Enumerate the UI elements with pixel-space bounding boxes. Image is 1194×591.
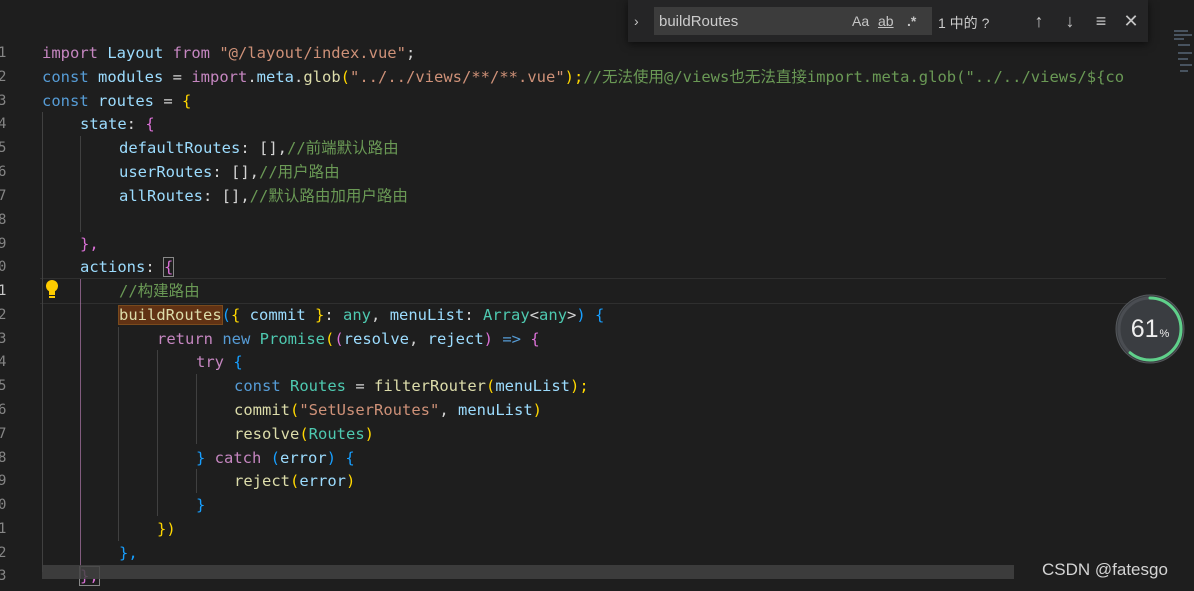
indent-guide — [157, 350, 158, 516]
previous-match-arrow-up-icon[interactable]: ↑ — [1027, 9, 1051, 33]
find-widget: › Aa ab .* 1 中的 ? ↑ ↓ ≡ ✕ — [628, 0, 1148, 42]
code-line-1: import Layout from "@/layout/index.vue"; — [42, 44, 416, 62]
next-match-arrow-down-icon[interactable]: ↓ — [1058, 9, 1082, 33]
minimap-line — [1174, 30, 1188, 32]
regex-button[interactable]: .* — [907, 13, 916, 29]
code-line-10: actions: { — [80, 257, 175, 277]
line-number: 4 — [0, 116, 7, 132]
indent-guide — [80, 136, 81, 232]
indent-guide — [196, 374, 197, 444]
code-line-6: userRoutes: [],//用户路由 — [119, 163, 340, 181]
code-line-12: buildRoutes({ commit }: any, menuList: A… — [118, 305, 605, 325]
code-line-15: const Routes = filterRouter(menuList); — [234, 377, 589, 395]
line-number: 3 — [0, 331, 7, 347]
code-line-22: }, — [119, 544, 138, 562]
match-case-button[interactable]: Aa — [852, 13, 869, 29]
line-number: 9 — [0, 473, 7, 489]
code-line-19: reject(error) — [234, 472, 356, 490]
line-number: 5 — [0, 140, 7, 156]
horizontal-scrollbar[interactable] — [42, 565, 1014, 579]
code-line-11: //构建路由 — [119, 282, 200, 300]
line-number: 6 — [0, 164, 7, 180]
line-number: 1 — [0, 283, 7, 299]
code-line-14: try { — [196, 353, 243, 371]
code-line-17: resolve(Routes) — [234, 425, 375, 443]
line-number: 1 — [0, 521, 7, 537]
line-number: 8 — [0, 450, 7, 466]
watermark: CSDN @fatesgo — [1042, 560, 1168, 579]
code-line-2: const modules = import.meta.glob("../../… — [42, 68, 1125, 86]
line-number: 8 — [0, 212, 7, 228]
current-line-highlight — [40, 278, 1166, 304]
indent-guide — [196, 469, 197, 493]
line-number: 6 — [0, 402, 7, 418]
code-line-18: } catch (error) { — [196, 449, 355, 467]
code-line-20: } — [196, 496, 206, 514]
minimap-line — [1178, 52, 1192, 54]
line-number: 4 — [0, 354, 7, 370]
code-line-13: return new Promise((resolve, reject) => … — [157, 330, 540, 348]
minimap-line — [1180, 70, 1188, 72]
code-editor[interactable]: 1 2 3 4 5 6 7 8 9 0 1 2 3 4 5 6 7 8 9 0 … — [0, 0, 1166, 591]
find-in-selection-icon[interactable]: ≡ — [1089, 9, 1113, 33]
line-number: 0 — [0, 497, 7, 513]
minimap-line — [1178, 58, 1188, 60]
line-number: 0 — [0, 259, 7, 275]
line-number: 2 — [0, 307, 7, 323]
match-count: 1 中的 ? — [938, 15, 990, 31]
indent-guide — [42, 112, 43, 572]
gauge-label: 61% — [1130, 315, 1170, 343]
search-match: buildRoutes — [118, 305, 223, 325]
line-number: 9 — [0, 236, 7, 252]
code-line-4: state: { — [80, 115, 155, 133]
line-number: 3 — [0, 568, 7, 584]
toggle-replace-chevron-icon[interactable]: › — [634, 13, 639, 29]
line-number: 5 — [0, 378, 7, 394]
whole-word-button[interactable]: ab — [878, 13, 894, 29]
code-line-16: commit("SetUserRoutes", menuList) — [234, 401, 542, 419]
line-number: 7 — [0, 426, 7, 442]
line-number: 1 — [0, 45, 7, 61]
minimap-line — [1174, 38, 1184, 40]
minimap-line — [1174, 34, 1192, 36]
lightbulb-icon[interactable] — [44, 279, 60, 301]
line-number: 2 — [0, 545, 7, 561]
minimap-line — [1178, 44, 1190, 46]
code-line-21: }) — [157, 520, 176, 538]
line-number: 7 — [0, 188, 7, 204]
close-icon[interactable]: ✕ — [1119, 9, 1143, 33]
code-line-3: const routes = { — [42, 92, 192, 110]
line-number: 3 — [0, 93, 7, 109]
line-number: 2 — [0, 69, 7, 85]
indent-guide — [118, 327, 119, 541]
minimap-line — [1180, 64, 1192, 66]
code-line-9: }, — [80, 235, 99, 253]
indent-guide-active — [80, 279, 81, 579]
code-line-7: allRoutes: [],//默认路由加用户路由 — [119, 187, 408, 205]
line-number-gutter: 1 2 3 4 5 6 7 8 9 0 1 2 3 4 5 6 7 8 9 0 … — [0, 0, 30, 591]
code-line-5: defaultRoutes: [],//前端默认路由 — [119, 139, 399, 157]
